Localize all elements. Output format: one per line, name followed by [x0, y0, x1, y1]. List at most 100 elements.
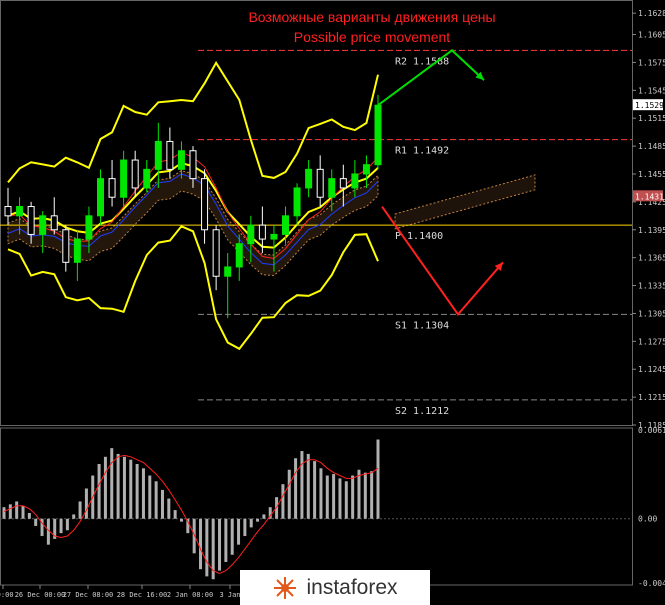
price-tick-label: 1.1575: [638, 58, 665, 67]
histogram-bar: [2, 507, 6, 519]
histogram-bar: [103, 456, 107, 519]
candle-body: [73, 238, 81, 263]
candle-body: [62, 229, 70, 263]
candle-body: [97, 178, 104, 217]
candle-body: [189, 150, 197, 180]
histogram-bar: [34, 518, 38, 526]
histogram-bar: [281, 484, 285, 519]
price-tick-label: 1.1545: [638, 86, 665, 95]
candle-body: [270, 233, 278, 240]
candle-body: [154, 140, 162, 170]
candle-body: [247, 224, 255, 245]
current-price-label: 1.1529: [635, 101, 664, 110]
histogram-bar: [306, 453, 310, 519]
histogram-bar: [110, 448, 114, 519]
price-axis: 1.1628 1.1605 1.1575 1.1545 1.1515 1.1485 1.14…: [632, 9, 665, 588]
histogram-bar: [294, 458, 298, 519]
histogram-bar: [122, 456, 126, 519]
candle-body: [120, 159, 128, 198]
level-s1-label: S1 1.1304: [395, 320, 449, 331]
price-tick-label: 1.1305: [638, 309, 665, 318]
histogram-bar: [167, 498, 171, 519]
level-s2-label: S2 1.1212: [395, 406, 449, 417]
instaforex-watermark: instaforex: [240, 570, 430, 605]
candle-body: [166, 140, 174, 170]
histogram-bar: [370, 471, 374, 519]
instaforex-logo-icon: [274, 576, 297, 599]
histogram-bar: [256, 518, 260, 522]
time-tick-label: 3 Jan: [219, 591, 240, 599]
chart-subtitle: Possible price movement: [294, 29, 451, 45]
price-tick-label: 1.1605: [638, 31, 665, 40]
histogram-bar: [179, 518, 183, 522]
time-tick-label: 00:00: [0, 591, 14, 599]
candle-body: [282, 215, 289, 235]
histogram-bar: [72, 514, 76, 519]
forecast-arrows: [377, 49, 504, 316]
histogram-bar: [78, 501, 82, 519]
time-tick-label: 26 Dec 00:00: [15, 591, 66, 599]
price-tick-label: 1.1335: [638, 282, 665, 291]
candle-body: [143, 168, 151, 189]
histogram-bar: [97, 464, 101, 519]
histogram-bar: [332, 474, 336, 519]
histogram-bar: [205, 518, 209, 577]
histogram-bar: [287, 469, 291, 519]
histogram-bar: [148, 475, 152, 519]
time-tick-label: 2 Jan 08:00: [167, 591, 213, 599]
candle-body: [305, 168, 313, 189]
time-axis: 00:0026 Dec 00:0027 Dec 08:0028 Dec 16:0…: [0, 585, 241, 599]
histogram-bar: [21, 505, 25, 519]
histogram-bar: [249, 518, 253, 528]
candle-body: [316, 168, 324, 198]
candle-body: [27, 206, 35, 235]
price-tick-label: 1.1365: [638, 254, 665, 263]
price-tick-label: 1.1628: [638, 9, 665, 18]
main-frame: [0, 0, 633, 426]
histogram-bar: [27, 512, 31, 519]
marked-price-label: 1.1431: [635, 192, 664, 201]
price-tick-label: 1.1395: [638, 226, 665, 235]
histogram-bar: [65, 518, 69, 531]
candle-body: [131, 159, 139, 189]
level-r1-label: R1 1.1492: [395, 146, 449, 157]
histogram-bar: [357, 469, 361, 519]
candle-body: [374, 104, 382, 166]
histogram-bar: [243, 518, 247, 537]
candle-body: [339, 178, 347, 189]
candle-body: [4, 206, 12, 217]
candle-body: [201, 178, 209, 231]
chart-title: Возможные варианты движения цены: [248, 9, 495, 25]
histogram-bar: [376, 439, 380, 519]
candle-body: [293, 187, 301, 217]
price-tick-label: 1.1245: [638, 365, 665, 374]
histogram-bar: [59, 518, 63, 534]
histogram-bar: [116, 453, 120, 519]
price-tick-label: 1.1515: [638, 114, 665, 123]
histogram-bar: [84, 488, 88, 519]
forward-cloud: [394, 174, 536, 230]
histogram-bar: [319, 468, 323, 519]
histogram-bar: [351, 475, 355, 519]
histogram-bar: [237, 518, 241, 545]
oscillator-tick-label: -0.00446: [638, 579, 665, 588]
candle-body: [16, 206, 24, 217]
candle-body: [224, 266, 232, 277]
histogram-bar: [173, 510, 177, 519]
time-tick-label: 28 Dec 16:00: [117, 591, 168, 599]
histogram-bar: [141, 468, 145, 519]
candle-body: [39, 215, 47, 235]
histogram-bar: [344, 481, 348, 519]
histogram-bar: [154, 481, 158, 519]
price-tick-label: 1.1215: [638, 393, 665, 402]
histogram-bar: [313, 461, 317, 519]
histogram-bar: [363, 472, 367, 519]
bollinger-bands: [7, 60, 379, 351]
histogram-bar: [224, 518, 228, 562]
histogram-bar: [160, 489, 164, 519]
candle-body: [50, 215, 58, 231]
histogram-bar: [300, 451, 304, 519]
histogram-bar: [262, 514, 266, 519]
histogram-bar: [338, 478, 342, 519]
price-chart: R2 1.1588R1 1.1492P 1.1400S1 1.1304S2 1.…: [0, 0, 665, 599]
